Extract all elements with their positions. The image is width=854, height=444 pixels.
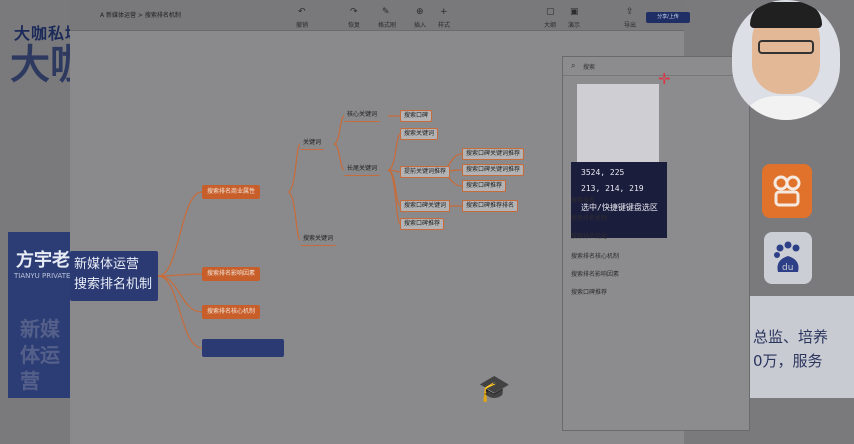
crosshair-cursor-icon: ✛ — [658, 70, 671, 88]
popup-list-item[interactable]: 搜索排名机制 — [571, 213, 607, 222]
branch-node-empty[interactable] — [202, 339, 284, 357]
svg-text:du: du — [782, 263, 793, 273]
color-info-coords: 3524, 225 — [581, 168, 625, 177]
popup-list-item[interactable]: 搜索排名 — [571, 195, 595, 204]
presenter-glasses — [758, 40, 814, 54]
node-level5-3[interactable]: 搜索口碑推荐 — [462, 180, 507, 192]
format-brush-icon[interactable]: ✎ — [382, 7, 390, 17]
redo-icon[interactable]: ↷ — [350, 7, 358, 17]
toolbar-item-brush[interactable]: 格式刷 — [378, 20, 396, 29]
undo-icon[interactable]: ↶ — [298, 7, 306, 17]
toolbar-item-redo[interactable]: 恢复 — [348, 20, 360, 29]
toolbar-item-export[interactable]: 导出 — [624, 20, 636, 29]
node-level4-1[interactable]: 搜索口碑 — [400, 110, 433, 122]
left-slide-subtitle: TIANYU PRIVATE — [14, 272, 71, 280]
search-icon[interactable]: ⌕ — [571, 61, 575, 71]
top-toolbar: A 新媒体运营 > 搜索排名机制 ↶ 撤销 ↷ 恢复 ✎ 格式刷 ⊕ 插入 + … — [70, 0, 684, 31]
toolbar-item-insert[interactable]: 插入 — [414, 20, 426, 29]
outline-icon[interactable]: ▢ — [546, 7, 555, 17]
baidu-logo-icon: du — [764, 232, 812, 284]
popup-search-label[interactable]: 搜索 — [583, 62, 595, 71]
left-slide-name: 方宇老 — [16, 250, 70, 271]
search-popup-panel[interactable]: ⌕ 搜索 × 3524, 225 213, 214, 219 选中/快捷键键盘选… — [562, 56, 750, 431]
right-slide-panel: 总监、培养 0万，服务 — [745, 296, 854, 398]
node-longtail-keyword[interactable]: 长尾关键词 — [344, 163, 381, 176]
share-button[interactable]: 分享/上传 — [646, 12, 690, 23]
insert-icon[interactable]: ⊕ — [416, 7, 424, 17]
node-core-keyword[interactable]: 核心关键词 — [344, 109, 381, 122]
node-level5-2[interactable]: 搜索口碑关键词推荐 — [462, 164, 525, 176]
branch-node-core[interactable]: 搜索排名核心机制 — [202, 305, 261, 319]
export-icon[interactable]: ⇪ — [626, 7, 634, 17]
branch-node-commercial[interactable]: 搜索排名商业属性 — [202, 185, 261, 199]
left-slide-text: 新媒体运营 — [20, 317, 60, 393]
popup-preview-thumbnail — [577, 84, 659, 162]
toolbar-item-undo[interactable]: 撤销 — [296, 20, 308, 29]
node-level4-5[interactable]: 搜索口碑推荐 — [400, 218, 445, 230]
left-slide-panel: 方宇老 TIANYU PRIVATE 新媒体运营 — [8, 232, 72, 398]
present-icon[interactable]: ▣ — [570, 7, 579, 17]
right-slide-line-1: 总监、培养 — [753, 328, 829, 346]
node-search-keyword[interactable]: 搜索关键词 — [300, 233, 337, 246]
popup-list-item[interactable]: 搜索排名优化 — [571, 231, 607, 240]
popup-list-item[interactable]: 搜索排名影响因素 — [571, 269, 619, 278]
popup-header: ⌕ 搜索 × — [563, 57, 749, 76]
toolbar-item-present[interactable]: 演示 — [568, 20, 580, 29]
node-level4-2[interactable]: 搜索关键词 — [400, 128, 439, 140]
color-info-rgb: 213, 214, 219 — [581, 184, 644, 193]
branch-node-factors[interactable]: 搜索排名影响因素 — [202, 267, 261, 281]
popup-list-item[interactable]: 搜索排名核心机制 — [571, 251, 619, 260]
node-level5-4[interactable]: 搜索口碑推荐排名 — [462, 200, 519, 212]
presenter-hair — [750, 2, 822, 28]
mindmap-root-node[interactable]: 新媒体运营 搜索排名机制 — [70, 251, 158, 301]
node-level4-4[interactable]: 搜索口碑关键词 — [400, 200, 451, 212]
plus-icon[interactable]: + — [440, 7, 448, 17]
node-level5-1[interactable]: 搜索口碑关键词推荐 — [462, 148, 525, 160]
node-keyword[interactable]: 关键词 — [300, 137, 325, 150]
toolbar-item-style[interactable]: 样式 — [438, 20, 450, 29]
presenter-shirt — [736, 96, 836, 120]
breadcrumb[interactable]: A 新媒体运营 > 搜索排名机制 — [100, 10, 181, 19]
popup-list-item[interactable]: 搜索口碑推荐 — [571, 287, 607, 296]
webcam-overlay — [732, 0, 840, 120]
node-level4-3[interactable]: 提前关键词推荐 — [400, 166, 451, 178]
kuaishou-logo-icon — [762, 164, 812, 218]
graduation-cap-icon: 🎓 — [478, 374, 511, 404]
toolbar-item-outline[interactable]: 大纲 — [544, 20, 556, 29]
right-slide-line-2: 0万，服务 — [753, 352, 823, 370]
